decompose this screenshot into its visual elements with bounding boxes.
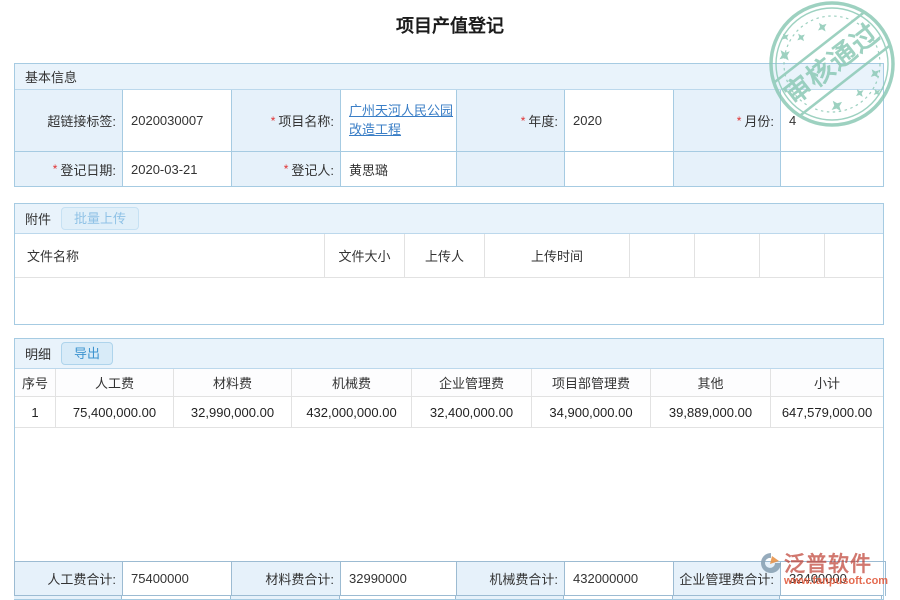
col-file-size: 文件大小 xyxy=(325,234,405,277)
export-button[interactable]: 导出 xyxy=(61,342,113,366)
empty-column xyxy=(760,234,825,277)
required-asterisk: * xyxy=(284,162,289,176)
field-value-registrant: 黄思璐 xyxy=(341,152,457,186)
field-label-register-date: * 登记日期: xyxy=(15,152,123,186)
field-value-hyperlink-tag: 2020030007 xyxy=(123,90,232,152)
col-upload-time: 上传时间 xyxy=(485,234,630,277)
total-label-material: 材料费合计: xyxy=(232,562,341,596)
project-name-link[interactable]: 广州天河人民公园改造工程 xyxy=(349,102,456,140)
total-value-material: 32990000 xyxy=(341,562,457,596)
required-asterisk: * xyxy=(521,114,526,128)
col-file-name: 文件名称 xyxy=(15,234,325,277)
vendor-url: www.fanpusoft.com xyxy=(784,575,898,587)
basic-info-panel: 基本信息 超链接标签: 2020030007 * 项目名称: 广州天河人民公园改… xyxy=(14,63,884,187)
total-label-labor: 人工费合计: xyxy=(15,562,123,596)
col-enterprise-mgmt-cost: 企业管理费 xyxy=(412,369,532,397)
vendor-logo: 泛普软件 www.fanpusoft.com xyxy=(760,548,898,587)
field-label-year: * 年度: xyxy=(457,90,565,152)
batch-upload-button[interactable]: 批量上传 xyxy=(61,207,139,231)
total-label-machinery: 机械费合计: xyxy=(457,562,565,596)
attachments-header: 附件 批量上传 xyxy=(15,204,883,234)
cell-project-dept-mgmt-cost: 34,900,000.00 xyxy=(532,397,651,428)
col-other: 其他 xyxy=(651,369,771,397)
field-label-hyperlink-tag: 超链接标签: xyxy=(15,90,123,152)
col-machinery-cost: 机械费 xyxy=(292,369,412,397)
col-project-dept-mgmt-cost: 项目部管理费 xyxy=(532,369,651,397)
total-value-machinery: 432000000 xyxy=(565,562,674,596)
next-totals-row-partial xyxy=(14,596,884,599)
empty-cell xyxy=(457,152,565,186)
field-label-project-name: * 项目名称: xyxy=(232,90,341,152)
attachments-title: 附件 xyxy=(25,209,51,228)
total-value-labor: 75400000 xyxy=(123,562,232,596)
required-asterisk: * xyxy=(271,114,276,128)
details-table: 序号 人工费 材料费 机械费 企业管理费 项目部管理费 其他 小计 1 75,4… xyxy=(15,369,883,428)
attachments-table-header: 文件名称 文件大小 上传人 上传时间 xyxy=(15,234,883,278)
empty-column xyxy=(630,234,695,277)
empty-cell xyxy=(565,152,674,186)
empty-column xyxy=(825,234,883,277)
required-asterisk: * xyxy=(53,162,58,176)
col-subtotal: 小计 xyxy=(771,369,883,397)
field-value-register-date: 2020-03-21 xyxy=(123,152,232,186)
cell-material-cost: 32,990,000.00 xyxy=(174,397,292,428)
page: 项目产值登记 基本信息 超链接标签: 2020030007 * 项目名称: 广州… xyxy=(0,0,900,600)
cell-subtotal: 647,579,000.00 xyxy=(771,397,883,428)
vendor-logo-icon xyxy=(760,552,782,574)
field-value-year: 2020 xyxy=(565,90,674,152)
empty-cell xyxy=(781,152,883,186)
details-header: 明细 导出 xyxy=(15,339,883,369)
basic-info-header: 基本信息 xyxy=(15,64,883,90)
col-uploader: 上传人 xyxy=(405,234,485,277)
col-material-cost: 材料费 xyxy=(174,369,292,397)
basic-info-table: 超链接标签: 2020030007 * 项目名称: 广州天河人民公园改造工程 *… xyxy=(15,90,883,186)
col-seq: 序号 xyxy=(15,369,56,397)
details-panel: 明细 导出 序号 人工费 材料费 机械费 企业管理费 项目部管理费 其他 小计 … xyxy=(14,338,884,600)
required-asterisk: * xyxy=(737,114,742,128)
empty-column xyxy=(695,234,760,277)
attachments-panel: 附件 批量上传 文件名称 文件大小 上传人 上传时间 xyxy=(14,203,884,325)
field-value-project-name: 广州天河人民公园改造工程 xyxy=(341,90,457,152)
cell-other: 39,889,000.00 xyxy=(651,397,771,428)
col-labor-cost: 人工费 xyxy=(56,369,174,397)
cell-seq: 1 xyxy=(15,397,56,428)
vendor-name: 泛普软件 xyxy=(784,548,872,578)
field-label-registrant: * 登记人: xyxy=(232,152,341,186)
page-title: 项目产值登记 xyxy=(0,12,900,38)
totals-row: 人工费合计: 75400000 材料费合计: 32990000 机械费合计: 4… xyxy=(14,561,886,596)
empty-cell xyxy=(674,152,781,186)
field-label-month: * 月份: xyxy=(674,90,781,152)
cell-enterprise-mgmt-cost: 32,400,000.00 xyxy=(412,397,532,428)
basic-info-title: 基本信息 xyxy=(25,67,77,86)
cell-machinery-cost: 432,000,000.00 xyxy=(292,397,412,428)
details-title: 明细 xyxy=(25,344,51,363)
cell-labor-cost: 75,400,000.00 xyxy=(56,397,174,428)
field-value-month: 4 xyxy=(781,90,883,152)
